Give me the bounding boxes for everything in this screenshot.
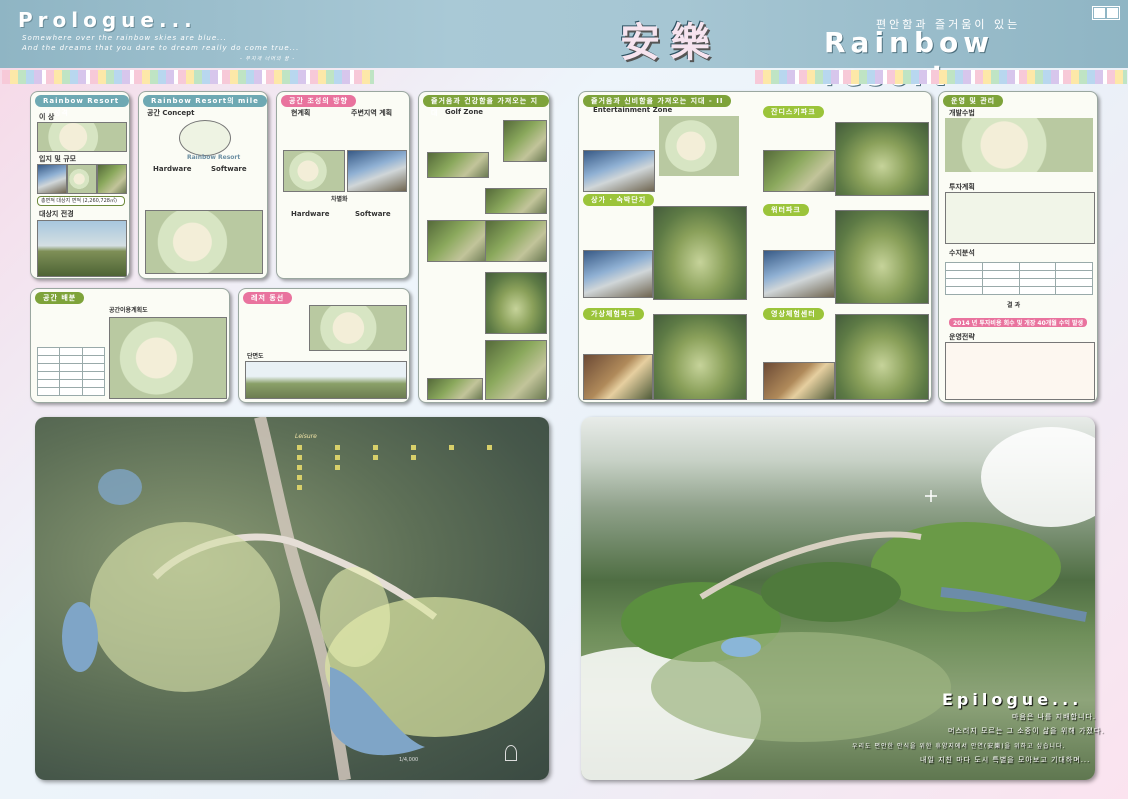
media-center-title: 영상체험센터	[763, 308, 824, 320]
panel-operation-title: 운영 및 관리	[943, 95, 1004, 107]
commercial-photo	[583, 250, 653, 298]
golf-photo-4	[485, 220, 547, 262]
epilogue-line-4: 내일 지친 마다 도시 특별을 모아보고 기대하며...	[920, 756, 1091, 764]
main-title: 安樂	[620, 19, 720, 66]
concept-hardware: Hardware	[153, 165, 192, 173]
concept-sec-space: 공간 Concept	[147, 109, 195, 117]
panel-golf: 즐거움과 건강함을 가져오는 지대 Golf Zone	[418, 91, 550, 403]
marketing-strategy-diagram	[945, 342, 1095, 400]
corner-box-icon	[1092, 6, 1120, 20]
operation-sec-finance: 수지분석	[949, 249, 975, 257]
panel-space-title: 공간 배분	[35, 292, 85, 304]
land-use-map	[109, 317, 227, 399]
ideal-diagram	[37, 122, 127, 152]
grass-ski-title: 잔디스키파크	[763, 106, 824, 118]
epilogue-line-3: 우리도 편안한 안식을 위한 휴양지에서 안연(安樂)을 위하고 싶습니다.	[852, 743, 1066, 750]
golf-photo-5	[427, 378, 483, 400]
sky-icon	[925, 487, 937, 502]
operation-sec-investment: 투자계획	[949, 183, 975, 191]
status-hardware: Hardware	[291, 210, 330, 218]
panel-entertainment: 즐거움과 신비함을 가져오는 지대 - II Entertainment Zon…	[578, 91, 932, 403]
panel-status: 공간 조성의 방향 현계획 주변지역 계획 차별화 Hardware Softw…	[276, 91, 410, 279]
surrounding-map	[347, 150, 407, 192]
panel-flow-title: 레저 동선	[243, 292, 293, 304]
section-drawing	[245, 361, 407, 399]
development-diagram	[945, 118, 1093, 172]
north-arrow-icon	[505, 745, 517, 761]
epilogue-title: Epilogue...	[942, 690, 1083, 709]
location-map-3	[97, 164, 127, 194]
panel-overview: Rainbow Resort의 성격 이 상 입지 및 규모 총면적 대상지 면…	[30, 91, 130, 279]
waterpark-plan	[835, 210, 929, 304]
site-master-plan: Leisure 1/4,000	[35, 417, 549, 780]
current-plan-map	[283, 150, 345, 192]
prologue-line-3: - 무지개 너머의 꿈 -	[240, 56, 296, 62]
status-sec-current: 현계획	[291, 109, 311, 117]
commercial-title: 상가 · 숙박단지	[583, 194, 655, 206]
prologue-title: Prologue...	[18, 8, 197, 32]
epilogue-line-1: 마음은 나를 지배합니다.	[1012, 713, 1097, 721]
golf-housing-plan	[485, 340, 547, 400]
grass-ski-photo	[763, 150, 835, 192]
virtual-park-title: 가상체험파크	[583, 308, 644, 320]
grass-ski-plan	[835, 122, 929, 196]
media-center-photo	[763, 362, 835, 400]
finance-summary: 2014 년 투자비용 회수 및 개장 40개월 수익 발생	[949, 318, 1088, 327]
scale-label: 1/4,000	[399, 757, 419, 763]
space-land-use-title: 공간이용계획도	[109, 307, 148, 314]
land-use-table	[36, 347, 106, 396]
entertainment-photo	[583, 150, 655, 192]
overview-sec-view: 대상지 전경	[39, 210, 74, 218]
entertainment-zone-title: Entertainment Zone	[593, 106, 673, 114]
epilogue-line-2: 머스러지 모르는 그 소중이 삶을 위해 가졌다.	[948, 727, 1105, 735]
investment-chart	[945, 192, 1095, 244]
concept-logo: Rainbow Resort	[187, 154, 241, 161]
finance-table	[945, 262, 1093, 295]
status-sec-surrounding: 주변지역 계획	[351, 109, 393, 117]
area-chip: 총면적 대상지 면적 (2,260,728㎡)	[37, 196, 125, 206]
prologue-line-1: Somewhere over the rainbow skies are blu…	[22, 34, 227, 42]
concept-zoning-map	[145, 210, 263, 274]
finance-result-label: 결 과	[1007, 302, 1021, 309]
overview-sec-ideal: 이 상	[39, 113, 55, 121]
waterpark-title: 워터파크	[763, 204, 809, 216]
operation-sec-strategy: 운영전략	[949, 333, 975, 341]
media-center-plan	[835, 314, 929, 400]
flow-section-title: 단면도	[247, 353, 264, 360]
panel-golf-title: 즐거움과 건강함을 가져오는 지대	[423, 95, 549, 117]
rainbow-stripe-right	[755, 70, 1127, 84]
panel-operation: 운영 및 관리 개발수법 투자계획 수지분석 결 과 2014 년 투자비용 회…	[938, 91, 1098, 403]
golf-course-plan	[485, 272, 547, 334]
overview-sec-location: 입지 및 규모	[39, 155, 77, 163]
golf-photo-1	[427, 152, 489, 178]
panel-status-title: 공간 조성의 방향	[281, 95, 356, 107]
site-panorama-photo	[37, 220, 127, 277]
golf-photo-2	[485, 188, 547, 214]
operation-sec-method: 개발수법	[949, 109, 975, 117]
status-software: Software	[355, 210, 391, 218]
virtual-park-plan	[653, 314, 747, 400]
panel-overview-title: Rainbow Resort의 성격	[35, 95, 129, 117]
panel-space: 공간 배분 공간이용계획도	[30, 288, 230, 403]
panel-concept: Rainbow Resort의 mile 공간 Concept Rainbow …	[138, 91, 268, 279]
panel-flow: 레저 동선 단면도	[238, 288, 410, 403]
panel-concept-title: Rainbow Resort의 mile	[143, 95, 267, 107]
golf-map-1	[503, 120, 547, 162]
golf-photo-3	[427, 220, 489, 262]
golf-zone-title: Golf Zone	[445, 108, 484, 116]
location-map-2	[67, 164, 97, 194]
circulation-map	[309, 305, 407, 351]
site-plan-drawing	[62, 417, 545, 780]
commercial-plan	[653, 206, 747, 300]
concept-software: Software	[211, 165, 247, 173]
status-sec-differentiation: 차별화	[331, 196, 348, 203]
virtual-park-photo	[583, 354, 653, 400]
prologue-line-2: And the dreams that you dare to dream re…	[22, 44, 300, 52]
entertainment-diagram	[659, 116, 739, 176]
rainbow-stripe-left	[2, 70, 374, 84]
location-map-1	[37, 164, 67, 194]
concept-core-diagram	[179, 120, 231, 156]
waterpark-photo	[763, 250, 835, 298]
